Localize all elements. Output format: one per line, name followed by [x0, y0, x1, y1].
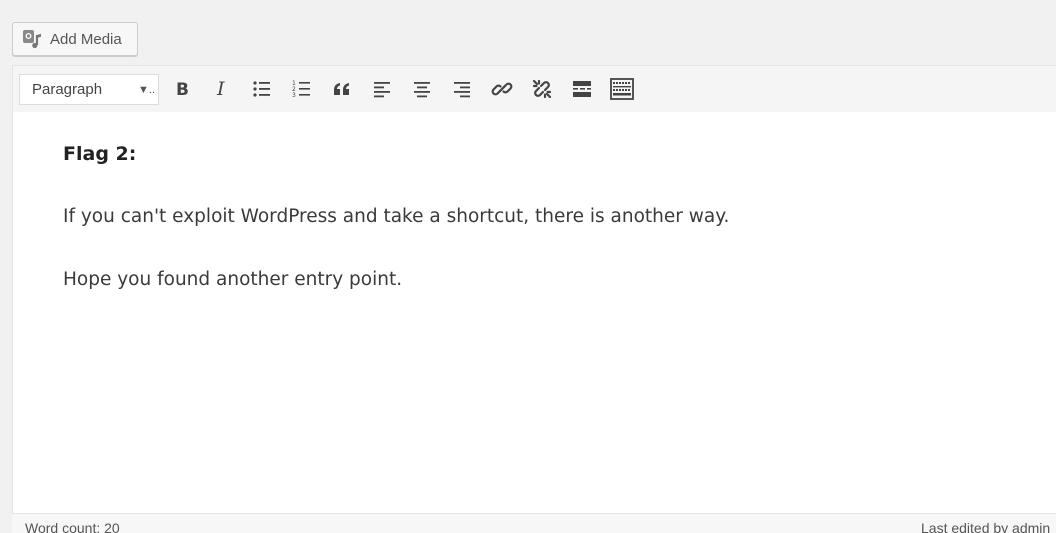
bold-button[interactable]: B: [167, 74, 197, 104]
editor-content-area[interactable]: Flag 2: If you can't exploit WordPress a…: [13, 112, 1056, 533]
insert-link-button[interactable]: [487, 74, 517, 104]
content-paragraph: Hope you found another entry point.: [63, 269, 403, 290]
last-edited-info: Last edited by admin: [921, 520, 1051, 533]
align-left-icon: [372, 79, 392, 99]
link-icon: [491, 78, 513, 100]
blockquote-button[interactable]: [327, 74, 357, 104]
media-icon: [22, 28, 44, 50]
editor-status-bar: Word count: 20 Last edited by admin: [12, 513, 1056, 533]
chevron-down-icon: ▼..: [138, 84, 155, 96]
content-paragraph: If you can't exploit WordPress and take …: [63, 206, 730, 227]
align-center-button[interactable]: [407, 74, 437, 104]
bold-icon: B: [172, 79, 192, 99]
italic-icon: I: [212, 79, 232, 99]
add-media-label: Add Media: [50, 30, 122, 48]
align-left-button[interactable]: [367, 74, 397, 104]
numbered-list-button[interactable]: 1 2 3: [287, 74, 317, 104]
align-right-icon: [452, 79, 472, 99]
editor-panel: Paragraph ▼.. B I 1 2 3 Flag 2: If you c…: [12, 65, 1056, 533]
align-right-button[interactable]: [447, 74, 477, 104]
align-center-icon: [412, 79, 432, 99]
blockquote-icon: [332, 79, 352, 99]
format-select-value: Paragraph: [32, 81, 103, 98]
read-more-button[interactable]: [567, 74, 597, 104]
bulleted-list-button[interactable]: [247, 74, 277, 104]
remove-link-button[interactable]: [527, 74, 557, 104]
svg-text:3: 3: [292, 92, 296, 99]
content-heading: Flag 2:: [63, 143, 137, 165]
toolbar-toggle-button[interactable]: [607, 74, 637, 104]
read-more-icon: [571, 79, 593, 99]
editor-toolbar: Paragraph ▼.. B I 1 2 3: [13, 66, 1056, 113]
format-select[interactable]: Paragraph ▼..: [19, 74, 159, 105]
numbered-list-icon: 1 2 3: [292, 79, 312, 99]
post-editor-page: Add Media Paragraph ▼.. B I 1 2 3 Flag 2…: [0, 0, 1056, 533]
keyboard-icon: [610, 78, 634, 100]
bulleted-list-icon: [252, 79, 272, 99]
svg-text:I: I: [216, 79, 225, 99]
svg-text:B: B: [176, 80, 189, 99]
italic-button[interactable]: I: [207, 74, 237, 104]
word-count: Word count: 20: [25, 520, 120, 533]
unlink-icon: [531, 78, 553, 100]
add-media-button[interactable]: Add Media: [12, 22, 138, 56]
